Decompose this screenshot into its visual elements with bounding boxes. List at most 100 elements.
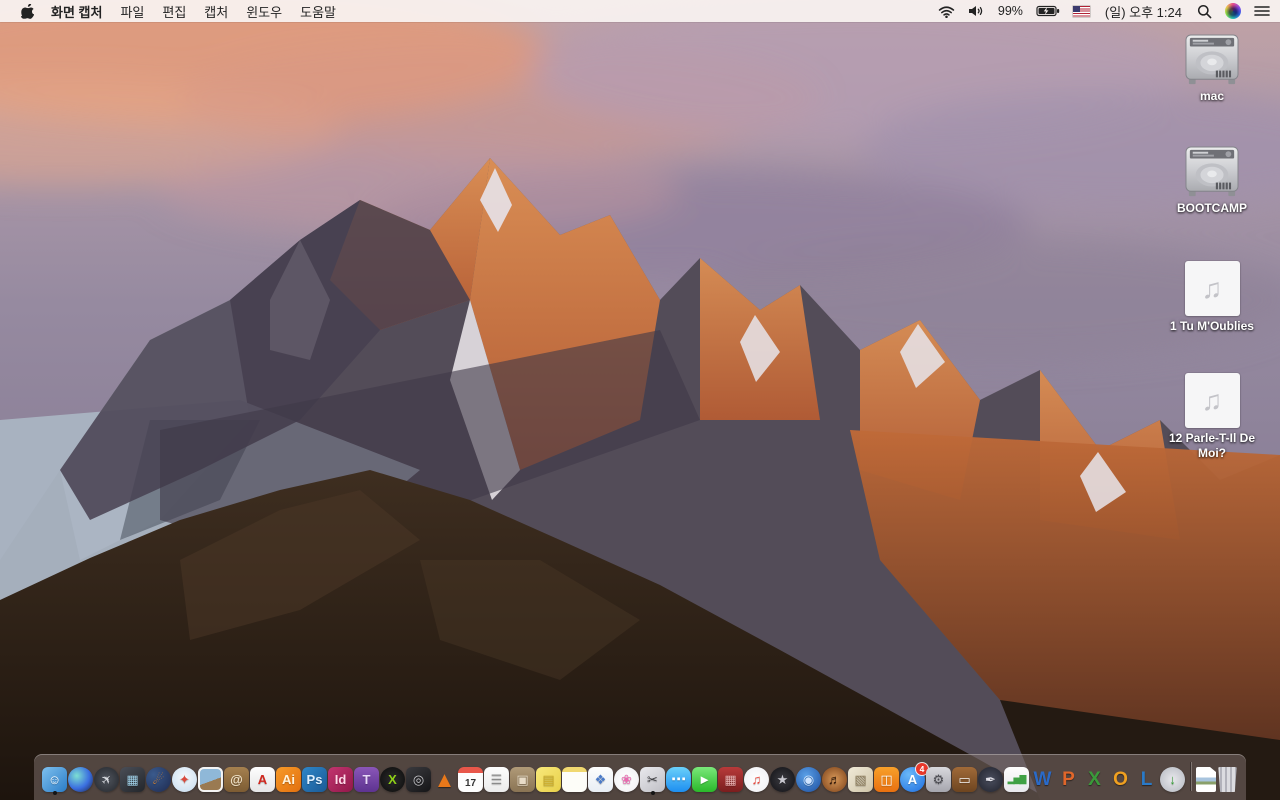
desktop-icon-song-12[interactable]: ♫ 12 Parle-T-Il De Moi?: [1158, 370, 1266, 482]
dock-stuffit-expander[interactable]: ▣: [510, 767, 535, 795]
contacts-icon: @: [224, 767, 249, 792]
dock-video-converter-x[interactable]: X: [380, 767, 405, 795]
dock-safari[interactable]: ✦: [172, 767, 197, 795]
dock-iweb[interactable]: ▧: [848, 767, 873, 795]
dock-trash[interactable]: [1217, 767, 1238, 795]
app-menus: 파일 편집 캡처 윈도우 도움말: [111, 2, 345, 21]
dock-excel[interactable]: X: [1082, 767, 1107, 795]
lync-icon: L: [1140, 769, 1153, 790]
imovie-icon: ★: [770, 767, 795, 792]
garageband-icon: ♬: [822, 767, 847, 792]
excel-icon: X: [1088, 769, 1101, 790]
battery-charging-icon[interactable]: [1036, 5, 1060, 17]
dock-word[interactable]: W: [1030, 767, 1055, 795]
dock-garageband[interactable]: ♬: [822, 767, 847, 795]
dock-reminders[interactable]: ☰: [484, 767, 509, 795]
dock-notes[interactable]: [562, 767, 587, 795]
outlook-icon: O: [1113, 769, 1128, 790]
dock-powerpoint[interactable]: P: [1056, 767, 1081, 795]
wifi-icon[interactable]: [938, 5, 955, 18]
stuffit-expander-icon: ▣: [510, 767, 535, 792]
running-indicator: [650, 791, 655, 795]
dock-calendar[interactable]: 17: [458, 767, 483, 795]
dock-imovie[interactable]: ★: [770, 767, 795, 795]
hard-drive-icon: [1185, 34, 1239, 85]
dock-messages[interactable]: ⋯: [666, 767, 691, 795]
system-preferences-icon: ⚙: [926, 767, 951, 792]
dock-lync[interactable]: L: [1134, 767, 1159, 795]
dock-numbers[interactable]: ▂▅▇: [1004, 767, 1029, 795]
notes-icon: [562, 767, 587, 792]
dock-facetime[interactable]: ►: [692, 767, 717, 795]
dock-preview[interactable]: [198, 767, 223, 795]
numbers-icon: ▂▅▇: [1004, 767, 1029, 792]
reminders-icon: ☰: [484, 767, 509, 792]
dock-pages[interactable]: ✒: [978, 767, 1003, 795]
dock-ibooks[interactable]: ◫: [874, 767, 899, 795]
menu-윈도우[interactable]: 윈도우: [246, 2, 282, 21]
dock: ☺ ✈ ▦ ☄ ✦ @ A Ai Ps Id T X ◎ ▲ 17 ☰ ▣ ▤ ❖ ❀ ✂ ⋯ ► ▦ ♫ ★ ◉ ♬ ▧ ◫ A 4 ⚙ ▭ ✒ ▂…: [34, 754, 1246, 800]
dock-photos[interactable]: ❀: [614, 767, 639, 795]
dock-illustrator[interactable]: Ai: [276, 767, 301, 795]
keynote-icon: ▭: [952, 767, 977, 792]
dock-disk-tool[interactable]: ◎: [406, 767, 431, 795]
input-source-us-flag-icon[interactable]: [1072, 5, 1090, 17]
dock-outlook[interactable]: O: [1108, 767, 1133, 795]
desktop-icon-bootcamp[interactable]: BOOTCAMP: [1158, 146, 1266, 258]
dock-finder[interactable]: ☺: [42, 767, 67, 795]
volume-icon[interactable]: [968, 5, 985, 17]
desktop-icon-mac[interactable]: mac: [1158, 34, 1266, 146]
dock-grab[interactable]: ✂: [640, 767, 665, 795]
menu-편집[interactable]: 편집: [162, 2, 186, 21]
notification-center-icon[interactable]: [1254, 5, 1270, 17]
dock-photoshop[interactable]: Ps: [302, 767, 327, 795]
document-connection-icon: ↓: [1160, 767, 1185, 792]
dock-idvd[interactable]: ◉: [796, 767, 821, 795]
indesign-icon: Id: [328, 767, 353, 792]
active-app-name[interactable]: 화면 캡처: [51, 2, 102, 21]
safari-icon: ✦: [172, 767, 197, 792]
dock-system-preferences[interactable]: ⚙: [926, 767, 951, 795]
music-note-glyph: ♫: [1201, 384, 1223, 416]
trash-icon: [1218, 767, 1237, 792]
dock-photo-booth[interactable]: ▦: [718, 767, 743, 795]
dock-itunes[interactable]: ♫: [744, 767, 769, 795]
dock-app-store[interactable]: A4: [900, 763, 928, 795]
acrobat-icon: A: [250, 767, 275, 792]
dock-firefox[interactable]: ☄: [146, 767, 171, 795]
dock-siri[interactable]: [68, 767, 93, 795]
menu-도움말[interactable]: 도움말: [300, 2, 336, 21]
video-converter-x-icon: X: [380, 767, 405, 792]
dock-contacts[interactable]: @: [224, 767, 249, 795]
toast-titanium-icon: T: [354, 767, 379, 792]
dock-acrobat[interactable]: A: [250, 767, 275, 795]
dock-image-file[interactable]: [1196, 767, 1216, 795]
grab-icon: ✂: [640, 767, 665, 792]
menu-bar-clock[interactable]: (일) 오후 1:24: [1105, 2, 1182, 21]
spotlight-search-icon[interactable]: [1197, 4, 1212, 19]
apple-menu[interactable]: [16, 3, 38, 19]
illustrator-icon: Ai: [276, 767, 301, 792]
dock-keynote[interactable]: ▭: [952, 767, 977, 795]
apple-logo-icon: [20, 3, 34, 19]
ibooks-icon: ◫: [874, 767, 899, 792]
messages-icon: ⋯: [666, 767, 691, 792]
preview-icon: [198, 767, 223, 792]
dock-stickies[interactable]: ▤: [536, 767, 561, 795]
hard-drive-icon: [1185, 146, 1239, 197]
siri-menu-icon[interactable]: [1225, 3, 1241, 19]
dock-document-templates[interactable]: ❖: [588, 767, 613, 795]
word-icon: W: [1033, 769, 1052, 790]
dock-toast-titanium[interactable]: T: [354, 767, 379, 795]
desktop-icon-song-1[interactable]: ♫ 1 Tu M'Oublies: [1158, 258, 1266, 370]
disk-tool-icon: ◎: [406, 767, 431, 792]
menu-파일[interactable]: 파일: [120, 2, 144, 21]
dock-indesign[interactable]: Id: [328, 767, 353, 795]
calendar-icon: 17: [458, 767, 483, 792]
menu-캡처[interactable]: 캡처: [204, 2, 228, 21]
dock-document-connection[interactable]: ↓: [1160, 767, 1185, 795]
dock-launchpad[interactable]: ✈: [88, 761, 125, 798]
mission-control-icon: ▦: [120, 767, 145, 792]
dock-mission-control[interactable]: ▦: [120, 767, 145, 795]
dock-vlc[interactable]: ▲: [432, 767, 457, 795]
